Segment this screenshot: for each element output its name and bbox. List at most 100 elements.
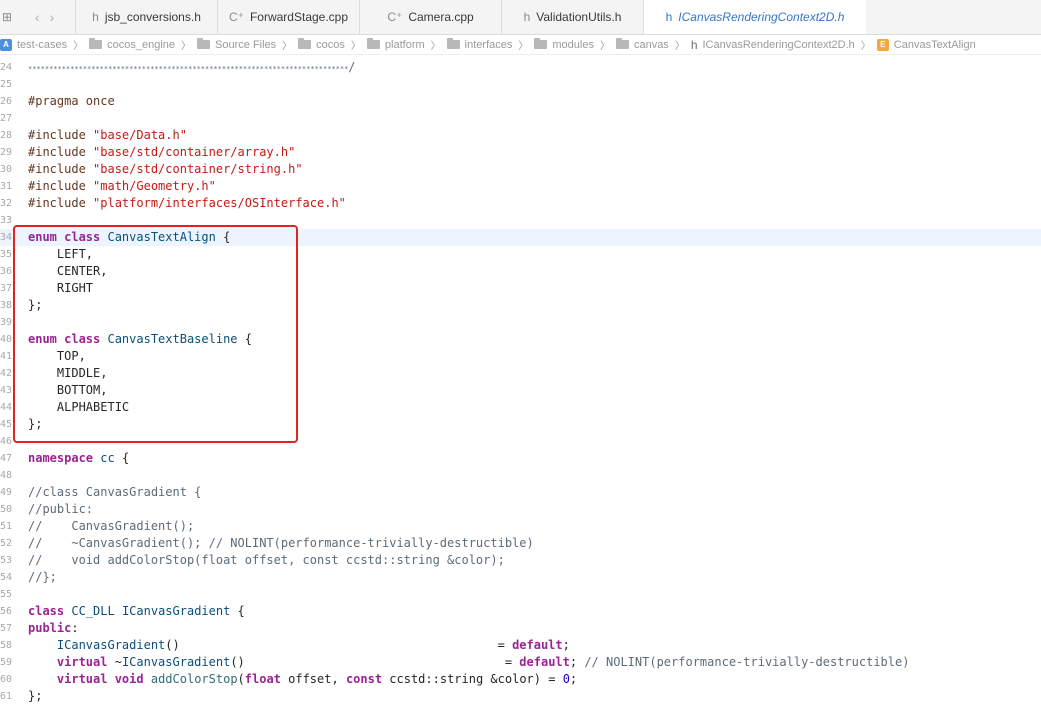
line-number: 50 bbox=[0, 504, 13, 515]
code-line[interactable]: 46 bbox=[0, 433, 1041, 450]
code-line[interactable]: 56 class CC_DLL ICanvasGradient { bbox=[0, 603, 1041, 620]
line-number: 46 bbox=[0, 436, 13, 447]
code-line[interactable]: 51 // CanvasGradient(); bbox=[0, 518, 1041, 535]
code-line[interactable]: 27 bbox=[0, 110, 1041, 127]
breadcrumb-folder[interactable]: platform bbox=[366, 38, 425, 51]
folder-icon bbox=[197, 38, 211, 49]
code-line[interactable]: 40 enum class CanvasTextBaseline { bbox=[0, 331, 1041, 348]
code-text: }; bbox=[28, 417, 43, 431]
breadcrumb-folder[interactable]: interfaces bbox=[446, 38, 512, 51]
tab-label: ICanvasRenderingContext2D.h bbox=[678, 10, 845, 24]
line-number: 40 bbox=[0, 334, 13, 345]
code-line[interactable]: 31 #include "math/Geometry.h" bbox=[0, 178, 1041, 195]
line-number: 27 bbox=[0, 113, 13, 124]
folder-icon bbox=[366, 38, 380, 49]
code-line[interactable]: 61}; bbox=[0, 688, 1041, 705]
tab-jsb-conversions[interactable]: h jsb_conversions.h bbox=[76, 0, 218, 34]
chevron-right-icon: 〉 bbox=[599, 41, 610, 52]
folder-icon bbox=[89, 38, 103, 49]
code-line[interactable]: 54 //}; bbox=[0, 569, 1041, 586]
breadcrumb-folder[interactable]: cocos_engine bbox=[89, 38, 175, 51]
code-line[interactable]: 53 // void addColorStop(float offset, con… bbox=[0, 552, 1041, 569]
chevron-right-icon: 〉 bbox=[674, 41, 685, 52]
code-line[interactable]: 58 ICanvasGradient() = default; bbox=[0, 637, 1041, 654]
line-number: 32 bbox=[0, 198, 13, 209]
line-number: 44 bbox=[0, 402, 13, 413]
code-line[interactable]: 35 LEFT, bbox=[0, 246, 1041, 263]
tab-icanvas-rendering-context[interactable]: h ICanvasRenderingContext2D.h bbox=[644, 0, 866, 34]
code-line[interactable]: 43 BOTTOM, bbox=[0, 382, 1041, 399]
code-line[interactable]: 24 **************************************… bbox=[0, 59, 1041, 76]
breadcrumb-folder[interactable]: cocos bbox=[298, 38, 345, 51]
chevron-right-icon: 〉 bbox=[518, 41, 529, 52]
breadcrumb-symbol[interactable]: E CanvasTextAlign bbox=[876, 38, 976, 51]
tab-label: ForwardStage.cpp bbox=[249, 10, 349, 24]
line-number: 39 bbox=[0, 317, 13, 328]
line-number: 34 bbox=[0, 232, 13, 243]
code-line[interactable]: 44 ALPHABETIC bbox=[0, 399, 1041, 416]
line-number: 48 bbox=[0, 470, 13, 481]
back-icon[interactable]: ‹ bbox=[35, 9, 40, 25]
code-line[interactable]: 52 // ~CanvasGradient(); // NOLINT(perfor… bbox=[0, 535, 1041, 552]
code-line[interactable]: 36 CENTER, bbox=[0, 263, 1041, 280]
code-line[interactable]: 28 #include "base/Data.h" bbox=[0, 127, 1041, 144]
line-number: 61 bbox=[0, 691, 13, 702]
line-number: 28 bbox=[0, 130, 13, 141]
chevron-right-icon: 〉 bbox=[73, 41, 84, 52]
breadcrumb-file[interactable]: h ICanvasRenderingContext2D.h bbox=[691, 38, 855, 52]
code-text: // CanvasGradient(); bbox=[28, 519, 195, 533]
code-text: BOTTOM, bbox=[28, 383, 108, 397]
code-line[interactable]: 33 bbox=[0, 212, 1041, 229]
code-line[interactable]: 29 #include "base/std/container/array.h" bbox=[0, 144, 1041, 161]
line-number: 56 bbox=[0, 606, 13, 617]
tab-camera[interactable]: C⁺ Camera.cpp bbox=[360, 0, 502, 34]
code-line[interactable]: 59 virtual ~ICanvasGradient() = default;… bbox=[0, 654, 1041, 671]
breadcrumb-folder[interactable]: canvas bbox=[615, 38, 669, 51]
code-text: namespace cc { bbox=[28, 451, 130, 465]
code-line[interactable]: 55 bbox=[0, 586, 1041, 603]
code-line[interactable]: 38}; bbox=[0, 297, 1041, 314]
forward-icon[interactable]: › bbox=[50, 9, 55, 25]
code-line[interactable]: 32 #include "platform/interfaces/OSInterf… bbox=[0, 195, 1041, 212]
code-line[interactable]: 34 enum class CanvasTextAlign { bbox=[0, 229, 1041, 246]
code-line[interactable]: 48 bbox=[0, 467, 1041, 484]
code-line[interactable]: 37 RIGHT bbox=[0, 280, 1041, 297]
code-line[interactable]: 25 bbox=[0, 76, 1041, 93]
code-line[interactable]: 57 public: bbox=[0, 620, 1041, 637]
code-line[interactable]: 60 virtual void addColorStop(float offse… bbox=[0, 671, 1041, 688]
code-text: enum class CanvasTextBaseline { bbox=[28, 332, 252, 346]
folder-icon bbox=[298, 38, 312, 49]
line-number: 54 bbox=[0, 572, 13, 583]
code-text: #include "base/std/container/array.h" bbox=[28, 145, 296, 159]
code-line[interactable]: 50 //public: bbox=[0, 501, 1041, 518]
line-number: 24 bbox=[0, 62, 13, 73]
code-line[interactable]: 41 TOP, bbox=[0, 348, 1041, 365]
grid-icon[interactable]: ⊞ bbox=[0, 0, 14, 34]
tab-label: Camera.cpp bbox=[408, 10, 474, 24]
navigation-controls: ‹ › bbox=[14, 0, 76, 34]
breadcrumb-folder[interactable]: Source Files bbox=[197, 38, 276, 51]
code-text: RIGHT bbox=[28, 281, 94, 295]
breadcrumb-folder[interactable]: modules bbox=[534, 38, 594, 51]
tab-validation-utils[interactable]: h ValidationUtils.h bbox=[502, 0, 644, 34]
line-number: 59 bbox=[0, 657, 13, 668]
breadcrumb-project[interactable]: A test-cases bbox=[0, 38, 67, 51]
line-number: 31 bbox=[0, 181, 13, 192]
code-line[interactable]: 26 #pragma once bbox=[0, 93, 1041, 110]
code-text: class CC_DLL ICanvasGradient { bbox=[28, 604, 245, 618]
code-text: //}; bbox=[28, 570, 57, 584]
chevron-right-icon: 〉 bbox=[181, 41, 192, 52]
code-line[interactable]: 47 namespace cc { bbox=[0, 450, 1041, 467]
code-line[interactable]: 45}; bbox=[0, 416, 1041, 433]
tab-label: jsb_conversions.h bbox=[104, 10, 201, 24]
code-line[interactable]: 42 MIDDLE, bbox=[0, 365, 1041, 382]
line-number: 60 bbox=[0, 674, 13, 685]
line-number: 30 bbox=[0, 164, 13, 175]
code-line[interactable]: 39 bbox=[0, 314, 1041, 331]
tab-forward-stage[interactable]: C⁺ ForwardStage.cpp bbox=[218, 0, 360, 34]
line-number: 36 bbox=[0, 266, 13, 277]
code-text: }; bbox=[28, 689, 43, 703]
code-editor[interactable]: 24 **************************************… bbox=[0, 59, 1041, 711]
code-line[interactable]: 49 //class CanvasGradient { bbox=[0, 484, 1041, 501]
code-line[interactable]: 30 #include "base/std/container/string.h" bbox=[0, 161, 1041, 178]
